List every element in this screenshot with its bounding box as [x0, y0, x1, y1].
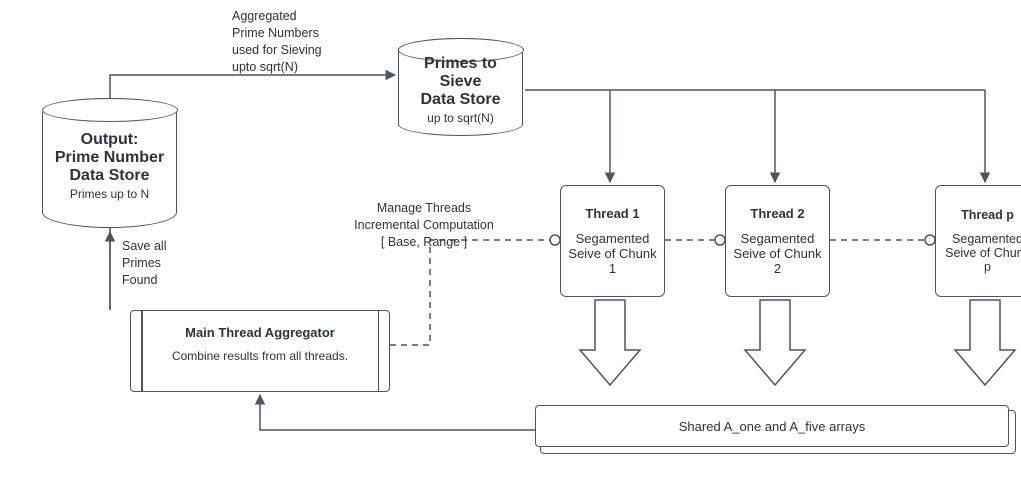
- title: Output:: [81, 131, 139, 148]
- shared-arrays-card-back: Shared A_one and A_five arrays: [540, 410, 1016, 454]
- text: Aggregated: [232, 9, 297, 23]
- subtitle: Primes up to N: [70, 187, 149, 201]
- text: upto sqrt(N): [232, 60, 298, 74]
- text: [ Base, Range ]: [381, 235, 467, 249]
- text: Save all: [122, 239, 166, 253]
- thread-title: Thread p: [942, 208, 1021, 222]
- shared-arrays-label: Shared A_one and A_five arrays: [679, 419, 865, 434]
- output-data-store: Output: Prime Number Data Store Primes u…: [42, 98, 177, 228]
- thread-title: Thread 1: [567, 206, 658, 221]
- aggregated-primes-label: Aggregated Prime Numbers used for Sievin…: [232, 8, 372, 76]
- text: Primes: [122, 256, 161, 270]
- thread-desc: Segamented: [942, 232, 1021, 246]
- text: used for Sieving: [232, 43, 322, 57]
- aggregator-title: Main Thread Aggregator: [185, 325, 335, 340]
- title: Data Store: [420, 91, 500, 108]
- aggregator-subtitle: Combine results from all threads.: [172, 349, 348, 363]
- thread-desc: Segamented: [732, 231, 823, 246]
- thread-desc: Seive of Chunk p: [942, 246, 1021, 274]
- shared-arrays-card: Shared A_one and A_five arrays: [535, 405, 1009, 447]
- save-primes-label: Save all Primes Found: [122, 238, 202, 289]
- thread-desc: Segamented: [567, 231, 658, 246]
- thread-p-box: Thread p Segamented Seive of Chunk p: [935, 185, 1021, 297]
- text: Incremental Computation: [354, 218, 494, 232]
- thread-2-box: Thread 2 Segamented Seive of Chunk 2: [725, 185, 830, 297]
- text: Prime Numbers: [232, 26, 319, 40]
- text: Manage Threads: [377, 201, 471, 215]
- title: Data Store: [69, 167, 149, 184]
- title: Prime Number: [55, 149, 164, 166]
- thread-desc: Seive of Chunk 1: [567, 246, 658, 276]
- title: Primes to Sieve: [424, 55, 497, 90]
- text: Found: [122, 273, 157, 287]
- main-thread-aggregator: Main Thread Aggregator Combine results f…: [130, 310, 390, 392]
- thread-1-box: Thread 1 Segamented Seive of Chunk 1: [560, 185, 665, 297]
- thread-title: Thread 2: [732, 206, 823, 221]
- manage-threads-label: Manage Threads Incremental Computation […: [334, 200, 514, 251]
- subtitle: up to sqrt(N): [427, 111, 494, 125]
- primes-to-sieve-store: Primes to Sieve Data Store up to sqrt(N): [398, 38, 523, 136]
- thread-desc: Seive of Chunk 2: [732, 246, 823, 276]
